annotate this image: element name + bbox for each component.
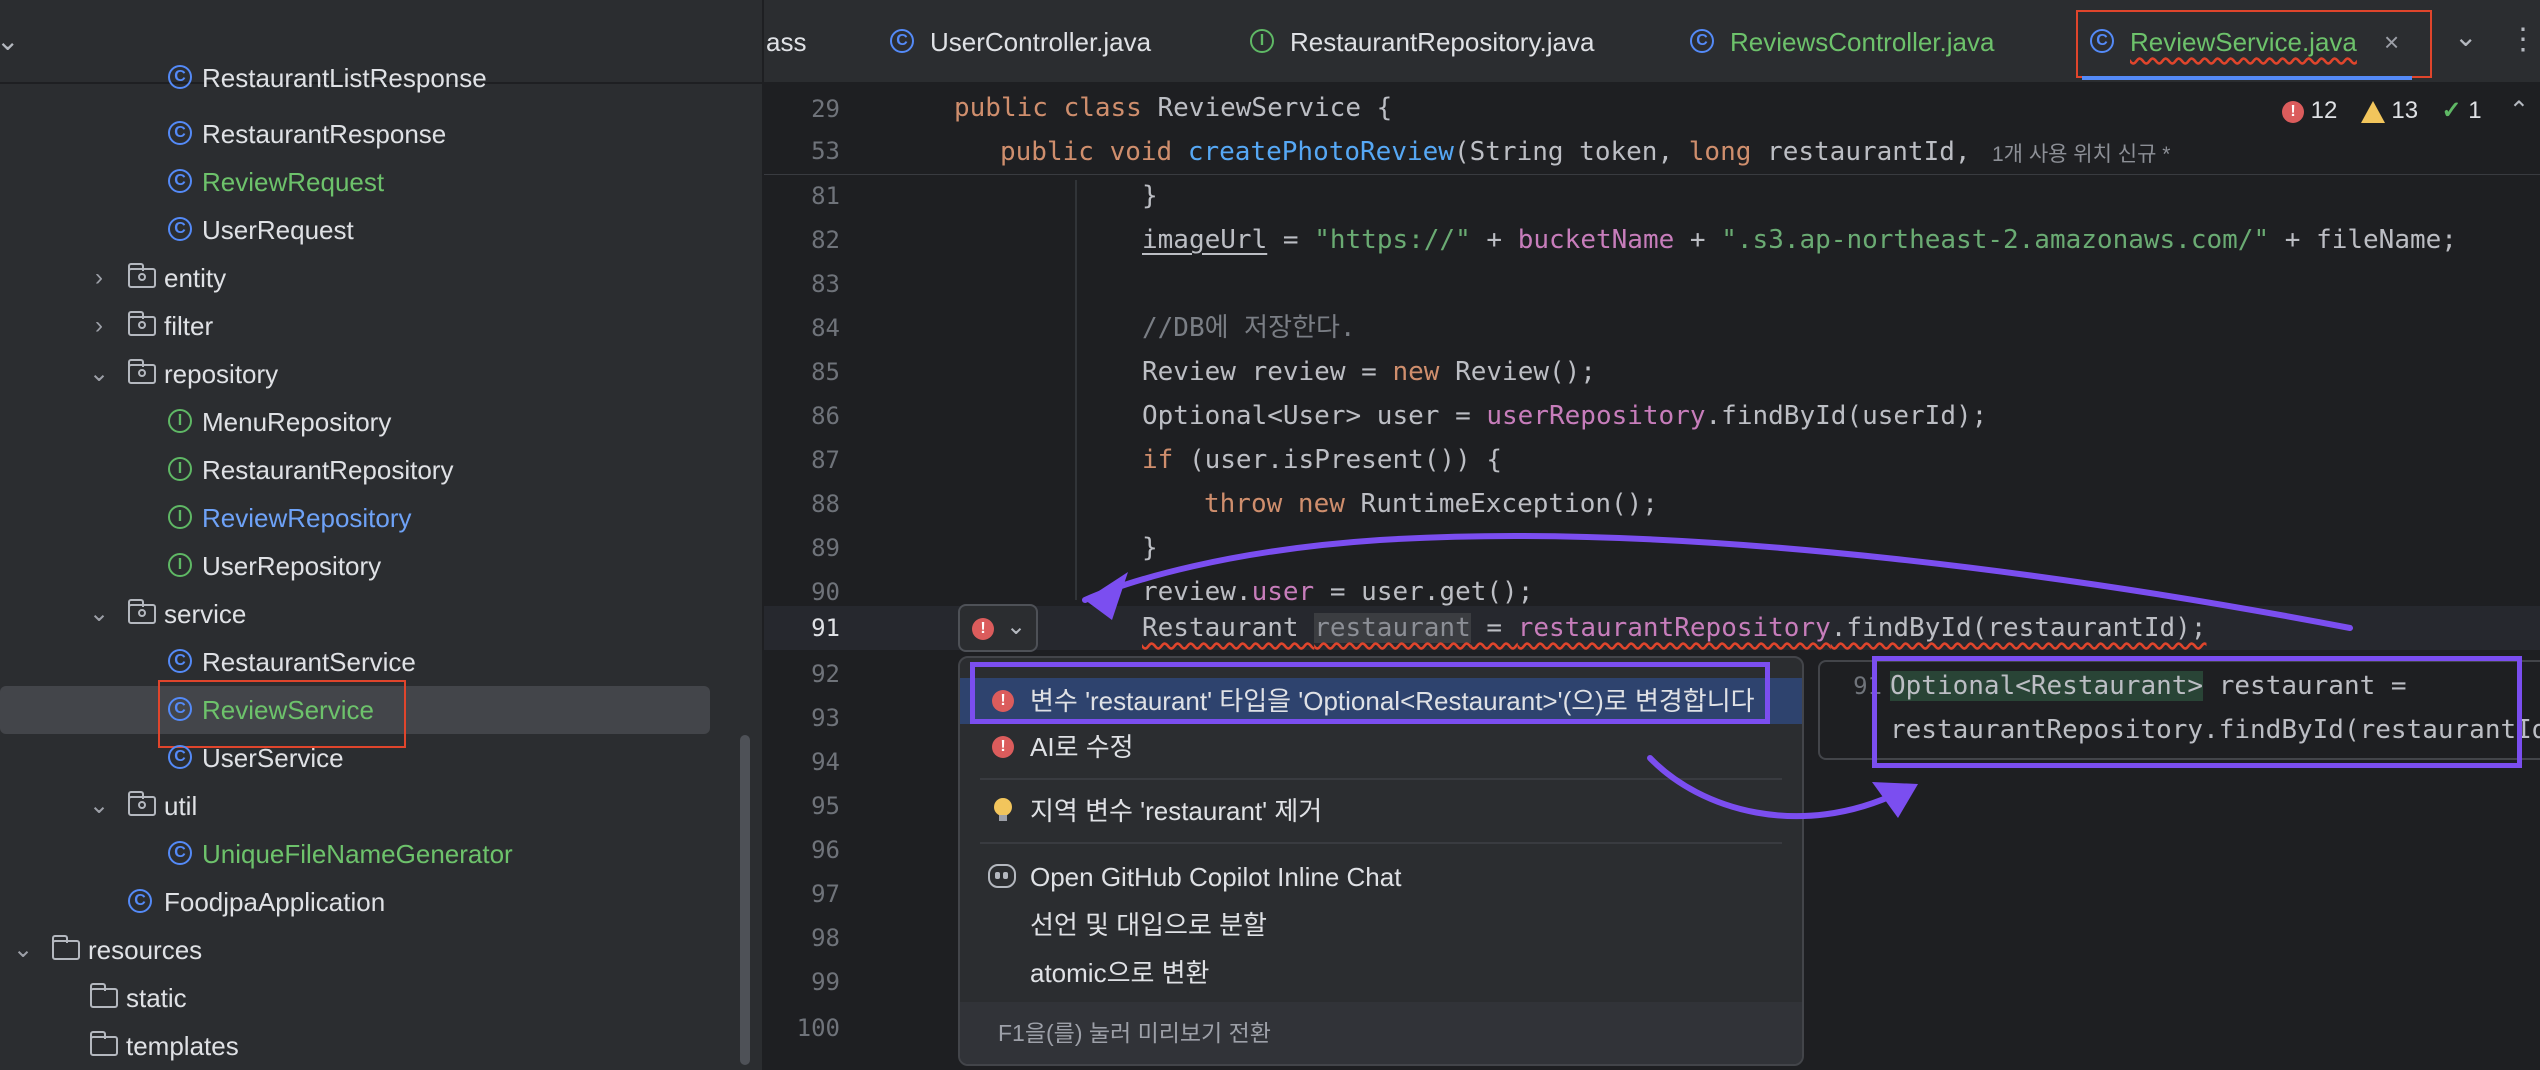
annotation-arrows (1082, 533, 2353, 820)
